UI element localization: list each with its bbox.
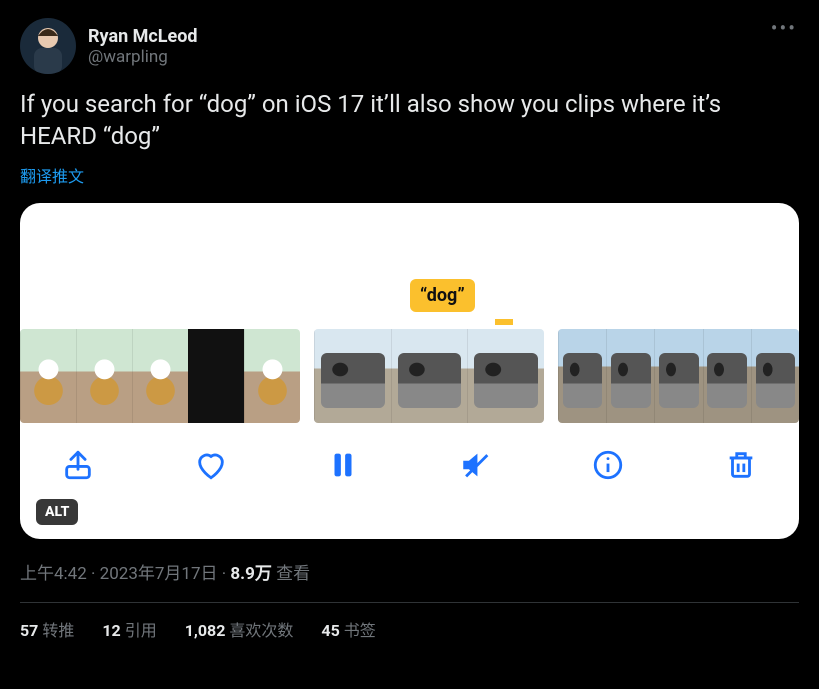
share-icon[interactable]	[60, 447, 96, 483]
heart-icon[interactable]	[193, 447, 229, 483]
translate-link[interactable]: 翻译推文	[20, 163, 799, 187]
more-options-button[interactable]: •••	[771, 16, 797, 40]
likes-stat[interactable]: 1,082喜欢次数	[185, 617, 294, 641]
views-count: 8.9万	[230, 564, 271, 584]
clip-thumbnail	[20, 329, 300, 423]
bookmarks-stat[interactable]: 45书签	[321, 617, 375, 641]
info-icon[interactable]	[590, 447, 626, 483]
timeline-marker	[495, 319, 513, 325]
tweet-text: If you search for “dog” on iOS 17 it’ll …	[20, 88, 799, 153]
pause-icon[interactable]	[325, 447, 361, 483]
tweet-header: Ryan McLeod @warpling	[20, 18, 799, 74]
trash-icon[interactable]	[723, 447, 759, 483]
video-toolbar	[20, 423, 799, 483]
divider	[20, 602, 799, 603]
clip-thumbnail	[314, 329, 544, 423]
tweet-meta: 上午4:42 · 2023年7月17日 · 8.9万 查看	[20, 559, 799, 584]
search-tag: “dog”	[410, 279, 475, 312]
quotes-stat[interactable]: 12引用	[102, 617, 156, 641]
avatar[interactable]	[20, 18, 76, 74]
author-names[interactable]: Ryan McLeod @warpling	[88, 26, 198, 67]
display-name: Ryan McLeod	[88, 26, 198, 47]
engagement-stats: 57转推 12引用 1,082喜欢次数 45书签	[20, 617, 799, 641]
views-label: 查看	[276, 564, 310, 584]
video-timeline	[20, 329, 799, 423]
mute-icon[interactable]	[458, 447, 494, 483]
attached-image[interactable]: “dog”	[20, 203, 799, 539]
date[interactable]: 2023年7月17日	[100, 564, 218, 584]
tweet-container: ••• Ryan McLeod @warpling If you search …	[0, 0, 819, 653]
handle: @warpling	[88, 47, 198, 67]
image-top: “dog”	[20, 203, 799, 329]
alt-badge[interactable]: ALT	[36, 499, 78, 525]
timestamp[interactable]: 上午4:42	[20, 564, 87, 584]
retweets-stat[interactable]: 57转推	[20, 617, 74, 641]
clip-thumbnail	[558, 329, 799, 423]
